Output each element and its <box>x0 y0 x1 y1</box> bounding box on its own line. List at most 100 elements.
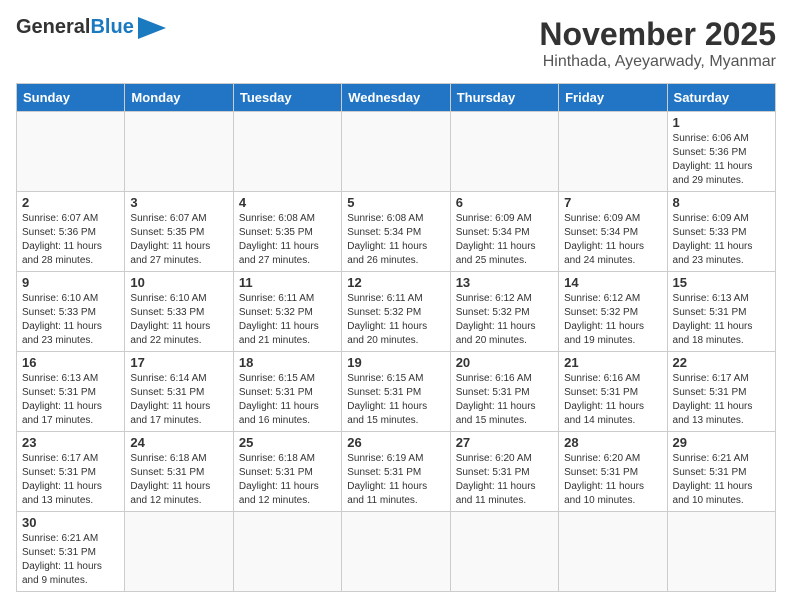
day-cell: 4Sunrise: 6:08 AM Sunset: 5:35 PM Daylig… <box>233 192 341 272</box>
day-cell: 12 Sunrise: 6:11 AM Sunset: 5:32 PM Dayli… <box>342 272 450 352</box>
day-number: 16 <box>22 355 119 370</box>
day-cell: 29Sunrise: 6:21 AM Sunset: 5:31 PM Dayli… <box>667 432 775 512</box>
day-number: 10 <box>130 275 227 290</box>
day-number: 17 <box>130 355 227 370</box>
day-cell: 10 Sunrise: 6:10 AM Sunset: 5:33 PM Dayli… <box>125 272 233 352</box>
day-info: Sunrise: 6:12 AM Sunset: 5:32 PM Dayligh… <box>456 292 553 348</box>
day-cell: 15 Sunrise: 6:13 AM Sunset: 5:31 PM Dayli… <box>667 272 775 352</box>
day-cell: 19Sunrise: 6:15 AM Sunset: 5:31 PM Dayli… <box>342 352 450 432</box>
month-title: November 2025 <box>539 16 776 53</box>
day-number: 7 <box>564 195 661 210</box>
weekday-header-monday: Monday <box>125 84 233 112</box>
day-info: Sunrise: 6:18 AM Sunset: 5:31 PM Dayligh… <box>130 452 227 508</box>
day-number: 13 <box>456 275 553 290</box>
day-cell: 20Sunrise: 6:16 AM Sunset: 5:31 PM Dayli… <box>450 352 558 432</box>
day-info: Sunrise: 6:06 AM Sunset: 5:36 PM Dayligh… <box>673 132 770 188</box>
weekday-header-thursday: Thursday <box>450 84 558 112</box>
calendar-table: SundayMondayTuesdayWednesdayThursdayFrid… <box>16 83 776 592</box>
day-number: 11 <box>239 275 336 290</box>
day-number: 2 <box>22 195 119 210</box>
day-cell: 18 Sunrise: 6:15 AM Sunset: 5:31 PM Dayli… <box>233 352 341 432</box>
day-info: Sunrise: 6:10 AM Sunset: 5:33 PM Dayligh… <box>130 292 227 348</box>
day-info: Sunrise: 6:13 AM Sunset: 5:31 PM Dayligh… <box>22 372 119 428</box>
day-number: 23 <box>22 435 119 450</box>
day-cell: 11 Sunrise: 6:11 AM Sunset: 5:32 PM Dayli… <box>233 272 341 352</box>
day-info: Sunrise: 6:12 AM Sunset: 5:32 PM Dayligh… <box>564 292 661 348</box>
day-number: 5 <box>347 195 444 210</box>
day-cell: 3 Sunrise: 6:07 AM Sunset: 5:35 PM Daylig… <box>125 192 233 272</box>
day-info: Sunrise: 6:11 AM Sunset: 5:32 PM Dayligh… <box>239 292 336 348</box>
day-cell: 24 Sunrise: 6:18 AM Sunset: 5:31 PM Dayli… <box>125 432 233 512</box>
day-cell: 22 Sunrise: 6:17 AM Sunset: 5:31 PM Dayli… <box>667 352 775 432</box>
day-cell: 23Sunrise: 6:17 AM Sunset: 5:31 PM Dayli… <box>17 432 125 512</box>
day-info: Sunrise: 6:20 AM Sunset: 5:31 PM Dayligh… <box>564 452 661 508</box>
day-info: Sunrise: 6:07 AM Sunset: 5:35 PM Dayligh… <box>130 212 227 268</box>
day-number: 3 <box>130 195 227 210</box>
day-cell: 27Sunrise: 6:20 AM Sunset: 5:31 PM Dayli… <box>450 432 558 512</box>
day-cell <box>233 512 341 592</box>
day-cell: 21Sunrise: 6:16 AM Sunset: 5:31 PM Dayli… <box>559 352 667 432</box>
day-info: Sunrise: 6:11 AM Sunset: 5:32 PM Dayligh… <box>347 292 444 348</box>
day-info: Sunrise: 6:13 AM Sunset: 5:31 PM Dayligh… <box>673 292 770 348</box>
day-cell: 6 Sunrise: 6:09 AM Sunset: 5:34 PM Daylig… <box>450 192 558 272</box>
day-info: Sunrise: 6:20 AM Sunset: 5:31 PM Dayligh… <box>456 452 553 508</box>
logo-icon <box>138 17 166 39</box>
day-info: Sunrise: 6:09 AM Sunset: 5:34 PM Dayligh… <box>564 212 661 268</box>
weekday-header-saturday: Saturday <box>667 84 775 112</box>
day-cell: 9 Sunrise: 6:10 AM Sunset: 5:33 PM Daylig… <box>17 272 125 352</box>
day-cell <box>450 512 558 592</box>
day-info: Sunrise: 6:10 AM Sunset: 5:33 PM Dayligh… <box>22 292 119 348</box>
day-cell: 5 Sunrise: 6:08 AM Sunset: 5:34 PM Daylig… <box>342 192 450 272</box>
day-cell: 7 Sunrise: 6:09 AM Sunset: 5:34 PM Daylig… <box>559 192 667 272</box>
day-number: 30 <box>22 515 119 530</box>
weekday-header-tuesday: Tuesday <box>233 84 341 112</box>
week-row-5: 23Sunrise: 6:17 AM Sunset: 5:31 PM Dayli… <box>17 432 776 512</box>
week-row-6: 30Sunrise: 6:21 AM Sunset: 5:31 PM Dayli… <box>17 512 776 592</box>
day-cell: 28 Sunrise: 6:20 AM Sunset: 5:31 PM Dayli… <box>559 432 667 512</box>
day-number: 24 <box>130 435 227 450</box>
day-info: Sunrise: 6:16 AM Sunset: 5:31 PM Dayligh… <box>456 372 553 428</box>
day-cell <box>342 112 450 192</box>
day-cell <box>125 512 233 592</box>
logo-text: GeneralBlue <box>16 16 134 39</box>
day-number: 26 <box>347 435 444 450</box>
day-cell: 25 Sunrise: 6:18 AM Sunset: 5:31 PM Dayli… <box>233 432 341 512</box>
day-number: 12 <box>347 275 444 290</box>
day-info: Sunrise: 6:08 AM Sunset: 5:34 PM Dayligh… <box>347 212 444 268</box>
day-cell: 8Sunrise: 6:09 AM Sunset: 5:33 PM Daylig… <box>667 192 775 272</box>
week-row-3: 9 Sunrise: 6:10 AM Sunset: 5:33 PM Daylig… <box>17 272 776 352</box>
day-info: Sunrise: 6:08 AM Sunset: 5:35 PM Dayligh… <box>239 212 336 268</box>
location-subtitle: Hinthada, Ayeyarwady, Myanmar <box>539 53 776 71</box>
day-number: 25 <box>239 435 336 450</box>
day-number: 15 <box>673 275 770 290</box>
day-number: 6 <box>456 195 553 210</box>
day-info: Sunrise: 6:15 AM Sunset: 5:31 PM Dayligh… <box>347 372 444 428</box>
day-cell <box>450 112 558 192</box>
day-cell: 1Sunrise: 6:06 AM Sunset: 5:36 PM Daylig… <box>667 112 775 192</box>
day-cell <box>559 112 667 192</box>
day-cell <box>342 512 450 592</box>
day-cell <box>125 112 233 192</box>
week-row-4: 16 Sunrise: 6:13 AM Sunset: 5:31 PM Dayli… <box>17 352 776 432</box>
day-info: Sunrise: 6:15 AM Sunset: 5:31 PM Dayligh… <box>239 372 336 428</box>
day-number: 9 <box>22 275 119 290</box>
day-info: Sunrise: 6:19 AM Sunset: 5:31 PM Dayligh… <box>347 452 444 508</box>
day-number: 29 <box>673 435 770 450</box>
day-number: 22 <box>673 355 770 370</box>
day-info: Sunrise: 6:17 AM Sunset: 5:31 PM Dayligh… <box>673 372 770 428</box>
day-number: 18 <box>239 355 336 370</box>
day-cell: 26 Sunrise: 6:19 AM Sunset: 5:31 PM Dayli… <box>342 432 450 512</box>
day-cell <box>559 512 667 592</box>
weekday-header-row: SundayMondayTuesdayWednesdayThursdayFrid… <box>17 84 776 112</box>
day-cell <box>667 512 775 592</box>
day-cell: 17Sunrise: 6:14 AM Sunset: 5:31 PM Dayli… <box>125 352 233 432</box>
day-cell: 30Sunrise: 6:21 AM Sunset: 5:31 PM Dayli… <box>17 512 125 592</box>
weekday-header-sunday: Sunday <box>17 84 125 112</box>
day-info: Sunrise: 6:18 AM Sunset: 5:31 PM Dayligh… <box>239 452 336 508</box>
day-info: Sunrise: 6:09 AM Sunset: 5:34 PM Dayligh… <box>456 212 553 268</box>
weekday-header-friday: Friday <box>559 84 667 112</box>
day-cell: 16 Sunrise: 6:13 AM Sunset: 5:31 PM Dayli… <box>17 352 125 432</box>
page-header: GeneralBlue November 2025 Hinthada, Ayey… <box>16 16 776 71</box>
day-number: 28 <box>564 435 661 450</box>
day-info: Sunrise: 6:16 AM Sunset: 5:31 PM Dayligh… <box>564 372 661 428</box>
